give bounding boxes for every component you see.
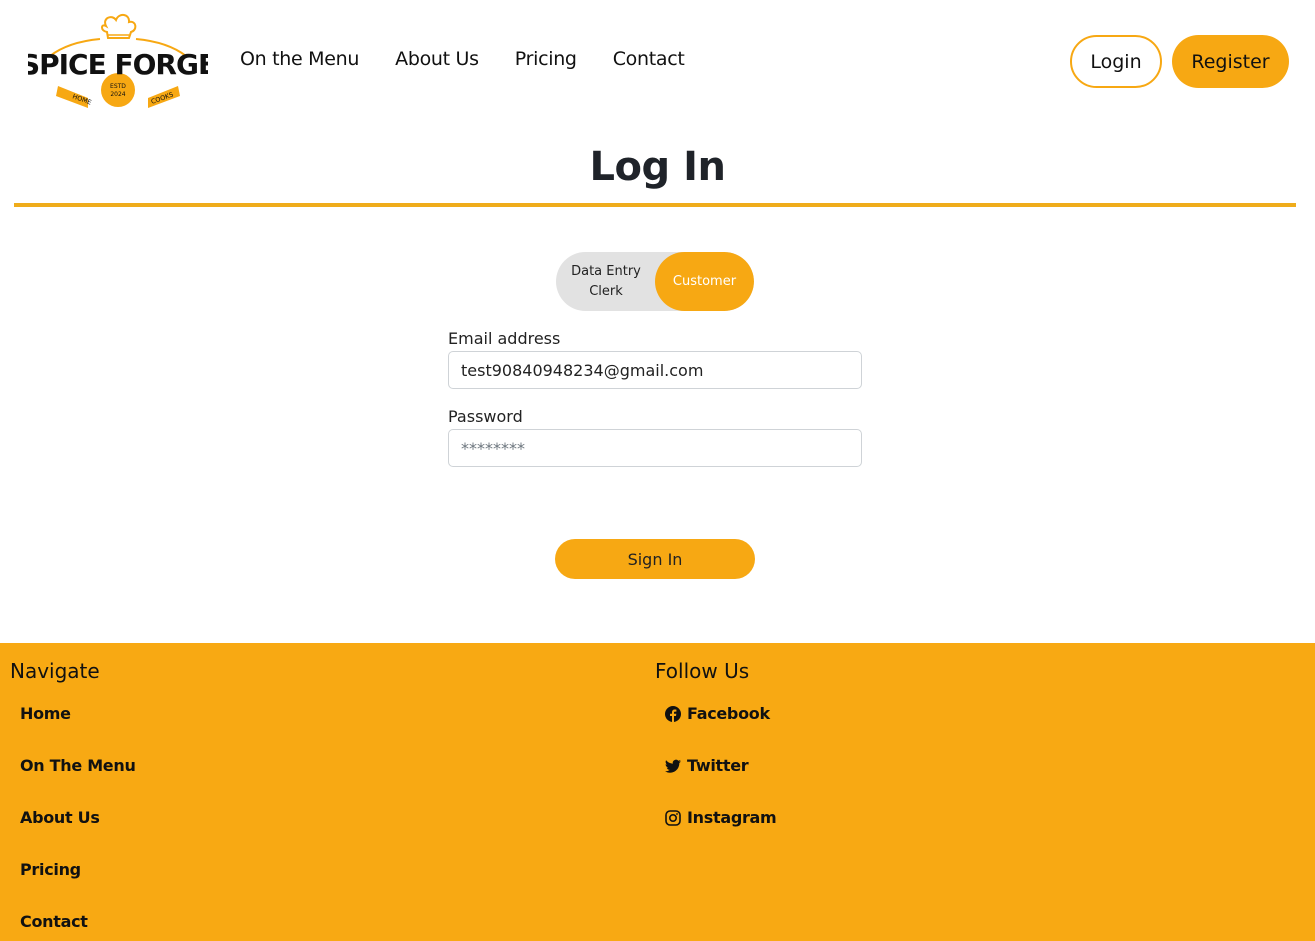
footer-link-instagram[interactable]: Instagram xyxy=(665,808,777,827)
toggle-option-customer[interactable]: Customer xyxy=(655,252,754,311)
chef-hat-icon xyxy=(101,14,137,39)
spice-forge-logo[interactable]: HOME COOKS ESTD 2024 SPICE FORGE xyxy=(20,12,217,112)
page-title: Log In xyxy=(589,144,726,190)
footer-follow-heading: Follow Us xyxy=(655,659,750,683)
nav-pricing[interactable]: Pricing xyxy=(515,48,577,70)
footer-link-about-us[interactable]: About Us xyxy=(20,808,100,827)
nav-about-us[interactable]: About Us xyxy=(395,48,479,70)
sign-in-button[interactable]: Sign In xyxy=(555,539,755,579)
email-field[interactable] xyxy=(448,351,862,389)
facebook-icon xyxy=(665,705,681,722)
site-header: HOME COOKS ESTD 2024 SPICE FORGE On the … xyxy=(0,0,1315,124)
footer-navigate-heading: Navigate xyxy=(10,659,100,683)
login-button[interactable]: Login xyxy=(1070,35,1162,88)
svg-text:2024: 2024 xyxy=(110,91,125,98)
nav-contact[interactable]: Contact xyxy=(613,48,685,70)
svg-text:SPICE FORGE: SPICE FORGE xyxy=(28,48,208,81)
footer-link-home[interactable]: Home xyxy=(20,704,71,723)
instagram-label: Instagram xyxy=(687,808,777,827)
nav-on-the-menu[interactable]: On the Menu xyxy=(240,48,359,70)
main-nav: On the Menu About Us Pricing Contact xyxy=(240,48,685,70)
footer-link-on-the-menu[interactable]: On The Menu xyxy=(20,756,136,775)
twitter-label: Twitter xyxy=(687,756,749,775)
footer-link-contact[interactable]: Contact xyxy=(20,912,88,931)
register-button[interactable]: Register xyxy=(1172,35,1289,88)
toggle-clerk-line1: Data Entry xyxy=(571,263,641,279)
twitter-icon xyxy=(665,758,681,774)
instagram-icon xyxy=(665,809,681,826)
password-field[interactable] xyxy=(448,429,862,467)
facebook-label: Facebook xyxy=(687,704,770,723)
footer-link-facebook[interactable]: Facebook xyxy=(665,704,770,723)
toggle-option-data-entry-clerk[interactable]: Data Entry Clerk xyxy=(556,252,656,311)
svg-text:ESTD: ESTD xyxy=(110,83,126,90)
site-footer: Navigate Home On The Menu About Us Prici… xyxy=(0,643,1315,941)
email-label: Email address xyxy=(448,329,561,348)
password-label: Password xyxy=(448,407,523,426)
title-divider xyxy=(14,203,1296,207)
role-toggle[interactable]: Data Entry Clerk Customer xyxy=(556,252,754,311)
footer-link-pricing[interactable]: Pricing xyxy=(20,860,81,879)
toggle-clerk-line2: Clerk xyxy=(589,283,623,299)
footer-link-twitter[interactable]: Twitter xyxy=(665,756,749,775)
